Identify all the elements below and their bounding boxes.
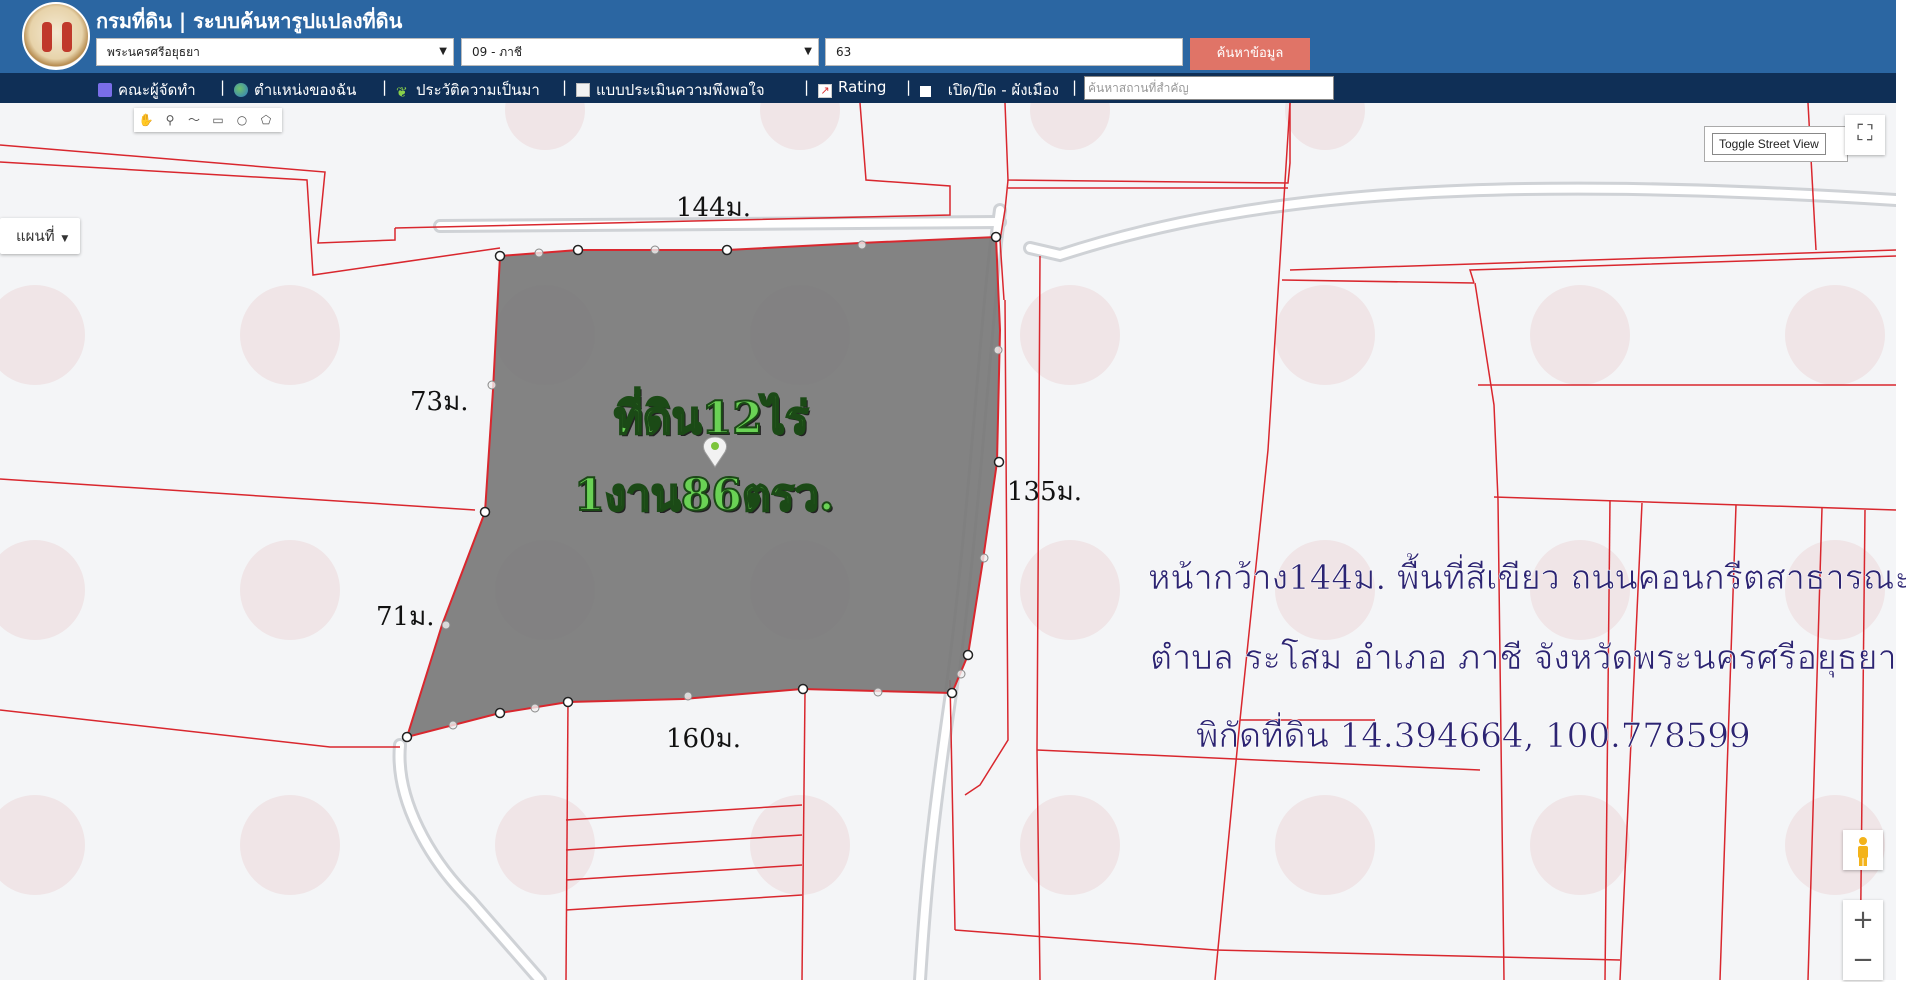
province-select-value: พระนครศรีอยุธยา [107, 45, 200, 59]
district-select-value: 09 - ภาชี [472, 45, 523, 59]
fullscreen-icon: ⛶ [1857, 121, 1873, 146]
nav-item-label: ตำแหน่งของฉัน [254, 81, 357, 99]
map-type-control[interactable]: แผนที่ ▼ [0, 218, 80, 254]
top-length-label: 144ม. [676, 193, 752, 223]
right-length-label: 135ม. [1007, 477, 1083, 507]
map-type-label: แผนที่ [16, 227, 55, 245]
chart-increasing-icon: ↗ [818, 84, 832, 98]
nav-item-history[interactable]: ❦ ประวัติความเป็นมา [396, 78, 540, 102]
nav-item-label: คณะผู้จัดทำ [118, 81, 196, 99]
street-view-pegman[interactable] [1843, 830, 1883, 870]
fullscreen-button[interactable]: ⛶ [1845, 115, 1885, 155]
left-upper-length-label: 73ม. [410, 387, 469, 417]
rectangle-icon[interactable]: ▭ [206, 108, 230, 132]
left-lower-length-label: 71ม. [376, 602, 435, 632]
nav-item-team[interactable]: คณะผู้จัดทำ [98, 78, 196, 102]
district-select[interactable]: 09 - ภาชี ▼ [461, 38, 819, 66]
header-bar: กรมที่ดิน | ระบบค้นหารูปแปลงที่ดิน พระนค… [0, 0, 1896, 73]
parcel-number-value: 63 [836, 45, 852, 59]
bottom-length-label: 160ม. [666, 724, 742, 754]
chevron-down-icon: ▼ [804, 46, 812, 57]
area-label-line1: ที่ดิน12ไร่ [613, 392, 810, 445]
parcel-number-input[interactable]: 63 [825, 38, 1183, 66]
globe-icon [234, 83, 248, 97]
nav-item-label: ประวัติความเป็นมา [416, 81, 540, 99]
circle-icon[interactable]: ○ [230, 108, 254, 132]
building-icon [98, 83, 112, 97]
chevron-down-icon: ▼ [439, 46, 447, 57]
drawing-toolbar: ✋ ⚲ 〜 ▭ ○ ⬠ [134, 108, 282, 132]
seedling-icon: ❦ [396, 85, 408, 101]
info-line-frontage: หน้ากว้าง144ม. พื้นที่สีเขียว ถนนคอนกรีต… [1148, 558, 1906, 599]
nav-separator: | [906, 78, 912, 96]
nav-item-label: เปิด/ปิด - ผังเมือง [947, 81, 1059, 99]
info-line-location: ตำบล ระโสม อำเภอ ภาชี จังหวัดพระนครศรีอย… [1150, 638, 1897, 679]
department-logo [22, 2, 90, 70]
map-canvas[interactable]: แผนที่ ▼ [0, 103, 1896, 980]
parcel-map-layer [0, 103, 1896, 980]
nav-item-rating[interactable]: ↗ Rating [818, 78, 886, 98]
hand-icon[interactable]: ✋ [134, 108, 158, 132]
zoom-out-button[interactable]: − [1843, 940, 1883, 980]
polygon-icon[interactable]: ⬠ [254, 108, 278, 132]
nav-separator: | [1072, 78, 1078, 96]
nav-separator: | [804, 78, 810, 96]
pegman-icon [1858, 837, 1868, 866]
nav-item-toggle-cityplan[interactable]: เปิด/ปิด - ผังเมือง [920, 78, 1059, 102]
nav-separator: | [562, 78, 568, 96]
chevron-down-icon: ▼ [61, 234, 69, 244]
search-button[interactable]: ค้นหาข้อมูล [1190, 38, 1310, 70]
marker-icon[interactable]: ⚲ [158, 108, 182, 132]
place-search-input[interactable]: ค้นหาสถานที่สำคัญ [1084, 76, 1334, 100]
checkbox-icon[interactable] [920, 86, 931, 97]
nav-separator: | [382, 78, 388, 96]
province-select[interactable]: พระนครศรีอยุธยา ▼ [96, 38, 454, 66]
nav-separator: | [220, 78, 226, 96]
nav-bar: คณะผู้จัดทำ | ตำแหน่งของฉัน | ❦ ประวัติคว… [0, 73, 1896, 103]
nav-item-label: แบบประเมินความพึงพอใจ [596, 81, 765, 99]
polyline-icon[interactable]: 〜 [182, 108, 206, 132]
zoom-in-button[interactable]: + [1843, 900, 1883, 940]
app-title: กรมที่ดิน | ระบบค้นหารูปแปลงที่ดิน [96, 9, 403, 33]
nav-item-label: Rating [838, 78, 887, 96]
area-label-line2: 1งาน86ตรว. [573, 469, 835, 522]
info-line-coordinates: พิกัดที่ดิน 14.394664, 100.778599 [1196, 716, 1751, 757]
nav-item-survey[interactable]: แบบประเมินความพึงพอใจ [576, 78, 765, 102]
nav-item-my-location[interactable]: ตำแหน่งของฉัน [234, 78, 356, 102]
zoom-control: + − [1843, 900, 1883, 980]
memo-icon [576, 83, 590, 97]
toggle-street-view-button[interactable]: Toggle Street View [1712, 133, 1826, 155]
